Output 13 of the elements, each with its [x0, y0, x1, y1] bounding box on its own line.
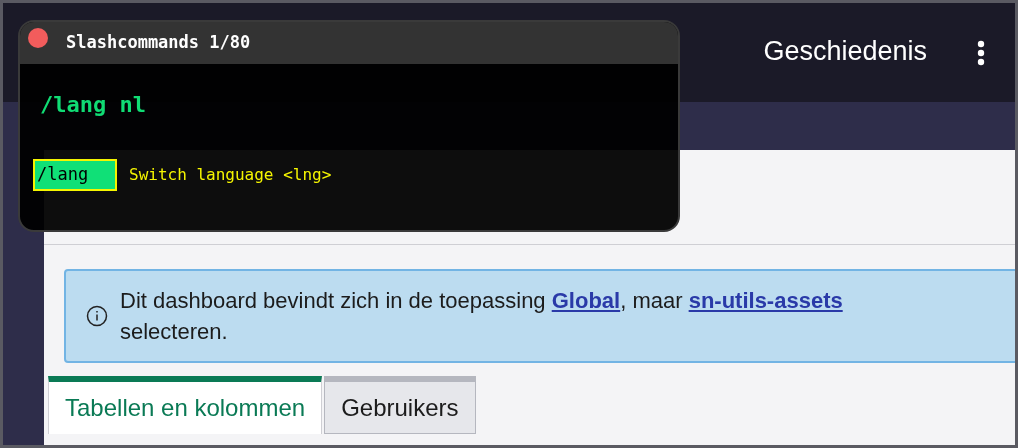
- command-description: Switch language <lng>: [129, 164, 332, 186]
- more-options-icon[interactable]: [977, 39, 985, 66]
- info-icon: [86, 305, 108, 327]
- close-icon[interactable]: [28, 28, 48, 48]
- link[interactable]: Global: [551, 288, 621, 313]
- command-input[interactable]: /lang nl: [20, 64, 678, 152]
- tab[interactable]: Tabellen en kolommen: [48, 376, 323, 434]
- tab[interactable]: Gebruikers: [324, 376, 476, 434]
- link[interactable]: sn-utils-assets: [688, 288, 843, 313]
- history-button[interactable]: Geschiedenis: [763, 31, 927, 74]
- popup-title: Slashcommands 1/80: [66, 31, 251, 55]
- command-chip[interactable]: /lang: [33, 159, 117, 191]
- info-message: Dit dashboard bevindt zich in de toepassing Global, maar sn-utils-assets selecteren.: [120, 287, 843, 346]
